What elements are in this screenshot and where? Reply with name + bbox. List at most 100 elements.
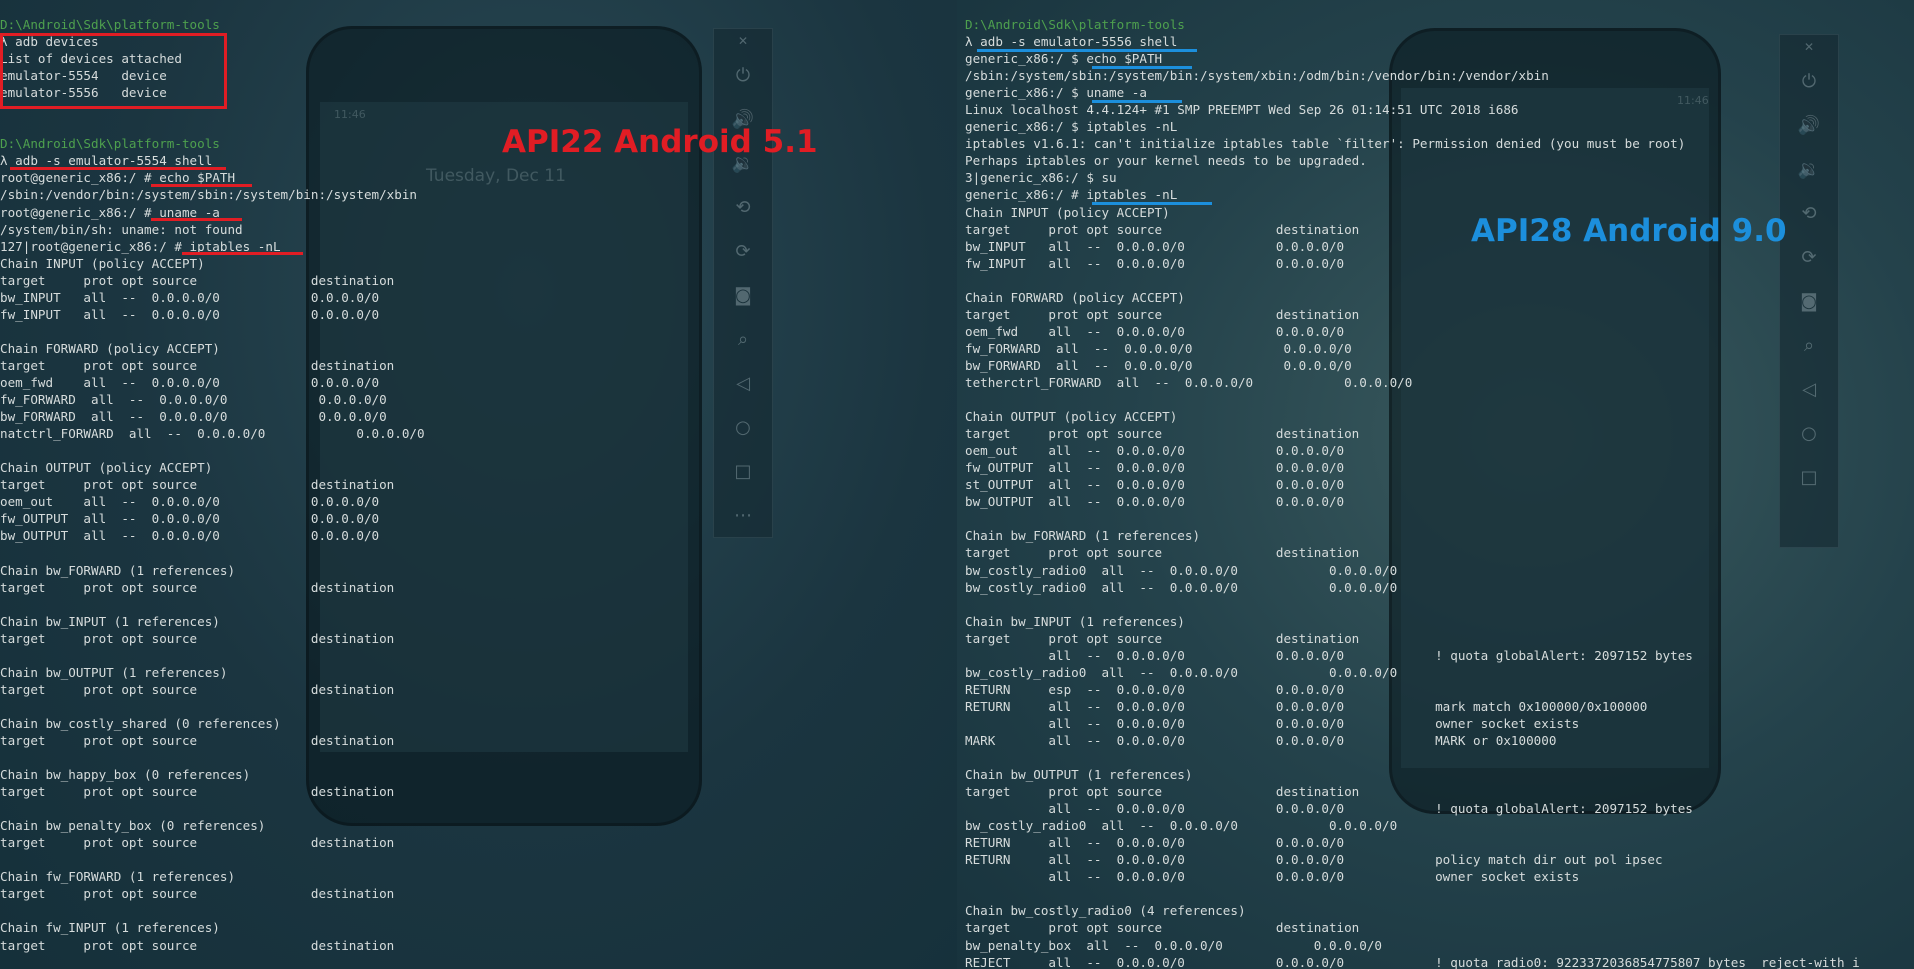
camera-icon[interactable]: ◙ (714, 273, 772, 317)
terminal-line: bw_INPUT all -- 0.0.0.0/0 0.0.0.0/0 (0, 289, 380, 305)
terminal-line: Chain OUTPUT (policy ACCEPT) (965, 409, 1178, 425)
terminal-output-right[interactable]: D:\Android\Sdk\platform-tools λ adb -s em… (965, 16, 1860, 969)
terminal-line: Chain INPUT (policy ACCEPT) (0, 255, 205, 271)
devices-highlight-box (0, 33, 227, 109)
more-icon[interactable]: ⋯ (714, 493, 772, 537)
rotate-left-icon[interactable]: ⟲ (714, 185, 772, 229)
terminal-line: Chain fw_FORWARD (1 references) (0, 869, 236, 885)
terminal-line: target prot opt source destination (0, 732, 395, 748)
terminal-line: target prot opt source destination (0, 477, 395, 493)
back-icon[interactable]: ◁ (714, 361, 772, 405)
terminal-line: bw_costly_radio0 all -- 0.0.0.0/0 0.0.0.… (965, 664, 1398, 680)
terminal-line: REJECT all -- 0.0.0.0/0 0.0.0.0/0 ! quot… (965, 954, 1860, 969)
annotation-underline (1092, 66, 1192, 69)
terminal-line: /sbin:/vendor/bin:/system/sbin:/system/b… (0, 187, 418, 203)
terminal-line: Chain bw_costly_shared (0 references) (0, 715, 281, 731)
terminal-line: D:\Android\Sdk\platform-tools (0, 17, 220, 32)
terminal-line: iptables v1.6.1: can't initialize iptabl… (965, 136, 1686, 152)
terminal-line: /system/bin/sh: uname: not found (0, 221, 243, 237)
terminal-line: generic_x86:/ $ echo $PATH (965, 51, 1163, 67)
terminal-line: all -- 0.0.0.0/0 0.0.0.0/0 owner socket … (965, 715, 1580, 731)
terminal-line: bw_FORWARD all -- 0.0.0.0/0 0.0.0.0/0 (965, 357, 1352, 373)
annotation-underline (182, 252, 303, 255)
terminal-line: /sbin:/system/sbin:/system/bin:/system/x… (965, 68, 1549, 84)
terminal-line: Chain FORWARD (policy ACCEPT) (0, 340, 220, 356)
terminal-line: RETURN esp -- 0.0.0.0/0 0.0.0.0/0 (965, 681, 1345, 697)
terminal-line: target prot opt source destination (0, 681, 395, 697)
terminal-line: target prot opt source destination (965, 426, 1360, 442)
terminal-line: Perhaps iptables or your kernel needs to… (965, 153, 1367, 169)
terminal-line: target prot opt source destination (965, 920, 1360, 936)
phone-clock: Tuesday, Dec 11 (426, 166, 566, 186)
overview-icon[interactable]: □ (714, 449, 772, 493)
terminal-line: Chain FORWARD (policy ACCEPT) (965, 289, 1185, 305)
terminal-line: natctrl_FORWARD all -- 0.0.0.0/0 0.0.0.0… (0, 426, 425, 442)
terminal-line: target prot opt source destination (965, 306, 1360, 322)
terminal-line: target prot opt source destination (0, 886, 395, 902)
terminal-line: target prot opt source destination (0, 784, 395, 800)
terminal-line: bw_OUTPUT all -- 0.0.0.0/0 0.0.0.0/0 (0, 528, 380, 544)
terminal-line: RETURN all -- 0.0.0.0/0 0.0.0.0/0 (965, 835, 1345, 851)
annotation-underline (977, 49, 1197, 52)
terminal-line: fw_INPUT all -- 0.0.0.0/0 0.0.0.0/0 (965, 255, 1345, 271)
terminal-line: Chain bw_happy_box (0 references) (0, 767, 251, 783)
terminal-line: target prot opt source destination (0, 835, 395, 851)
rotate-right-icon[interactable]: ⟳ (714, 229, 772, 273)
terminal-line: RETURN all -- 0.0.0.0/0 0.0.0.0/0 mark m… (965, 698, 1648, 714)
terminal-line: Linux localhost 4.4.124+ #1 SMP PREEMPT … (965, 102, 1519, 118)
terminal-line: Chain bw_FORWARD (1 references) (0, 562, 236, 578)
terminal-line: Chain bw_INPUT (1 references) (0, 613, 220, 629)
terminal-line: bw_OUTPUT all -- 0.0.0.0/0 0.0.0.0/0 (965, 494, 1345, 510)
terminal-line: Chain OUTPUT (policy ACCEPT) (0, 460, 213, 476)
terminal-line: bw_FORWARD all -- 0.0.0.0/0 0.0.0.0/0 (0, 409, 387, 425)
terminal-line: fw_FORWARD all -- 0.0.0.0/0 0.0.0.0/0 (0, 392, 387, 408)
terminal-line: target prot opt source destination (965, 545, 1360, 561)
terminal-line: bw_costly_radio0 all -- 0.0.0.0/0 0.0.0.… (965, 579, 1398, 595)
terminal-line: fw_OUTPUT all -- 0.0.0.0/0 0.0.0.0/0 (0, 511, 380, 527)
terminal-line: bw_penalty_box all -- 0.0.0.0/0 0.0.0.0/… (965, 937, 1383, 953)
terminal-line: Chain bw_INPUT (1 references) (965, 613, 1185, 629)
terminal-line: MARK all -- 0.0.0.0/0 0.0.0.0/0 MARK or … (965, 732, 1557, 748)
home-icon[interactable]: ○ (714, 405, 772, 449)
emulator-toolbar: ✕ ⏻ 🔊 🔉 ⟲ ⟳ ◙ ⌕ ◁ ○ □ ⋯ (713, 28, 773, 538)
terminal-line: Chain bw_OUTPUT (1 references) (965, 767, 1193, 783)
terminal-line: tetherctrl_FORWARD all -- 0.0.0.0/0 0.0.… (965, 374, 1413, 390)
terminal-line: D:\Android\Sdk\platform-tools (965, 17, 1185, 32)
terminal-line: oem_fwd all -- 0.0.0.0/0 0.0.0.0/0 (965, 323, 1345, 339)
terminal-line: oem_fwd all -- 0.0.0.0/0 0.0.0.0/0 (0, 374, 380, 390)
terminal-line: target prot opt source destination (0, 272, 395, 288)
terminal-output-left[interactable]: D:\Android\Sdk\platform-tools λ adb devic… (0, 16, 425, 954)
close-icon[interactable]: ✕ (714, 29, 772, 53)
terminal-line: Chain fw_INPUT (1 references) (0, 920, 220, 936)
annotation-underline (151, 218, 242, 221)
right-terminal-pane: 11:46 ✕ ⏻ 🔊 🔉 ⟲ ⟳ ◙ ⌕ ◁ ○ □ D:\Android\S… (957, 0, 1914, 969)
terminal-line: target prot opt source destination (0, 937, 395, 953)
terminal-line: target prot opt source destination (965, 784, 1360, 800)
terminal-line: st_OUTPUT all -- 0.0.0.0/0 0.0.0.0/0 (965, 477, 1345, 493)
terminal-line: Chain bw_FORWARD (1 references) (965, 528, 1201, 544)
zoom-icon[interactable]: ⌕ (714, 317, 772, 361)
annotation-underline (151, 184, 252, 187)
terminal-line: fw_FORWARD all -- 0.0.0.0/0 0.0.0.0/0 (965, 340, 1352, 356)
terminal-line: generic_x86:/ $ iptables -nL (965, 119, 1178, 135)
terminal-line: generic_x86:/ $ uname -a (965, 85, 1147, 101)
terminal-line: all -- 0.0.0.0/0 0.0.0.0/0 ! quota globa… (965, 647, 1693, 663)
terminal-line: fw_OUTPUT all -- 0.0.0.0/0 0.0.0.0/0 (965, 460, 1345, 476)
terminal-line: target prot opt source destination (0, 579, 395, 595)
terminal-line: Chain bw_costly_radio0 (4 references) (965, 903, 1246, 919)
terminal-line: λ adb -s emulator-5556 shell (965, 34, 1178, 50)
terminal-line: all -- 0.0.0.0/0 0.0.0.0/0 ! quota globa… (965, 801, 1693, 817)
power-icon[interactable]: ⏻ (714, 53, 772, 97)
